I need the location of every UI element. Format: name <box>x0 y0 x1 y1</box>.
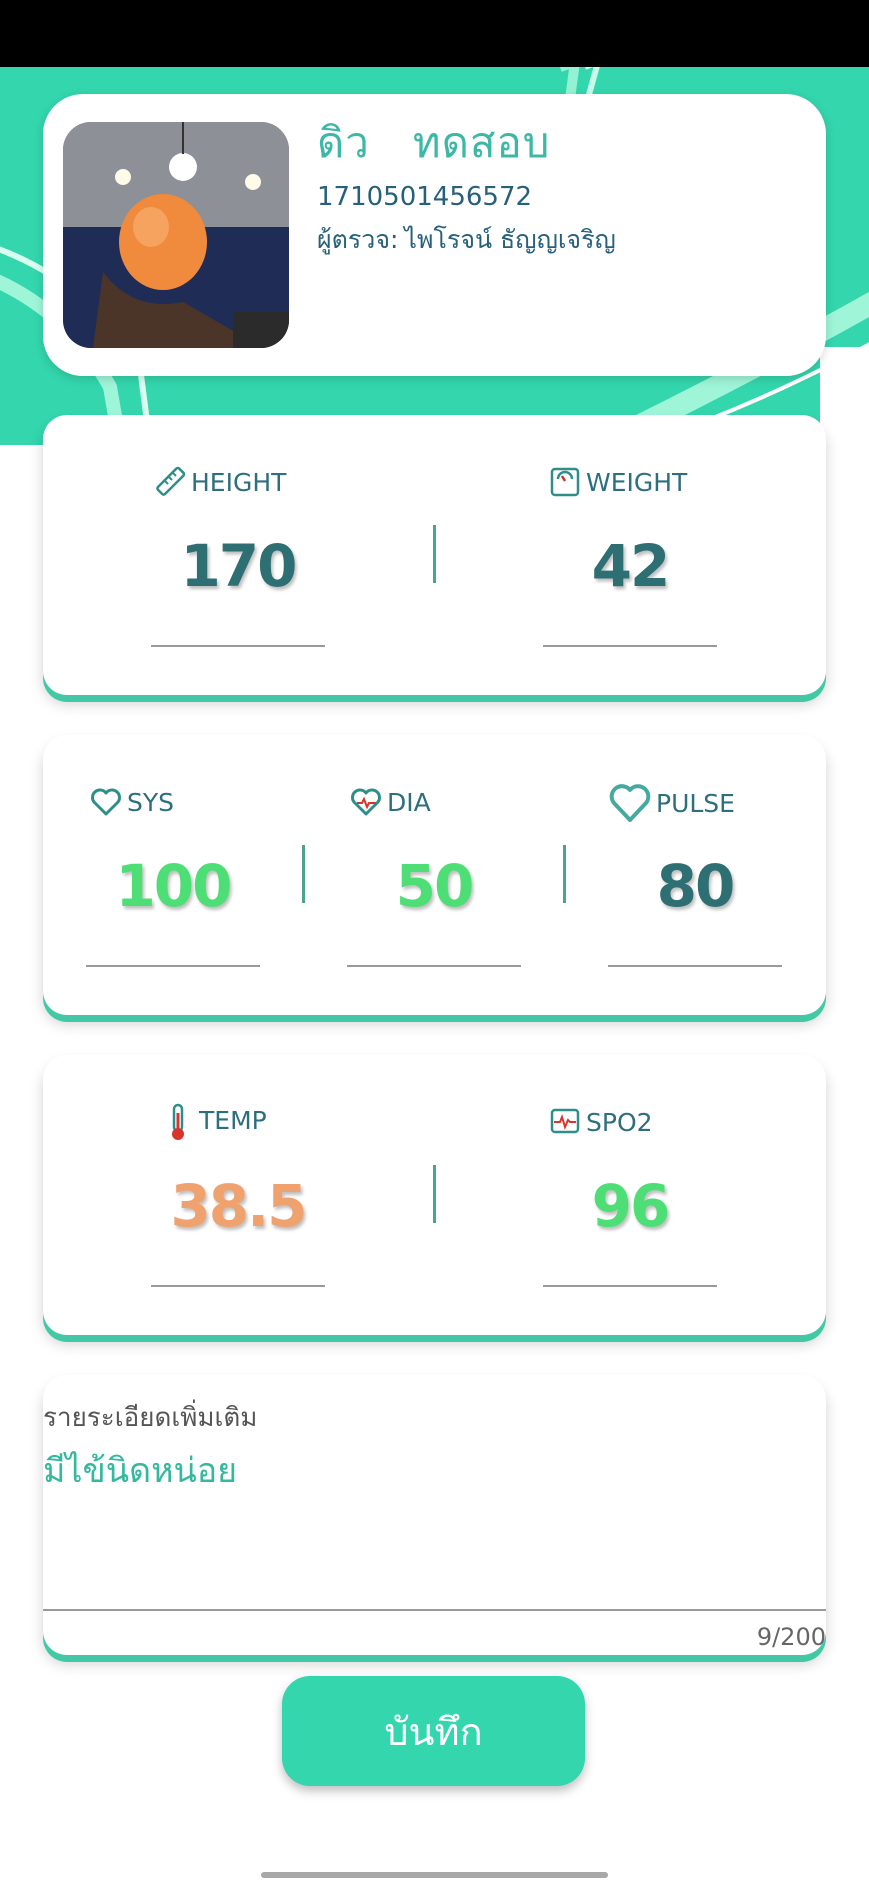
temp-label: TEMP <box>161 1103 267 1140</box>
dia-underline <box>347 965 521 967</box>
weight-value[interactable]: 42 <box>543 532 717 600</box>
heart-icon <box>608 781 652 825</box>
dia-label: DIA <box>349 785 431 819</box>
notes-textarea[interactable]: มีไข้นิดหน่อย <box>43 1443 237 1497</box>
sys-label: SYS <box>89 785 174 819</box>
height-underline <box>151 645 325 647</box>
spo2-underline <box>543 1285 717 1287</box>
body-measurement-card: HEIGHT 170 WEIGHT 42 <box>43 415 826 695</box>
heart-pulse-icon <box>349 785 383 819</box>
notes-card[interactable]: รายระเอียดเพิ่มเติม มีไข้นิดหน่อย 9/200 <box>43 1375 826 1655</box>
notes-underline <box>43 1609 826 1611</box>
ruler-icon <box>153 465 187 499</box>
spo2-label: SPO2 <box>548 1105 653 1139</box>
weight-label: WEIGHT <box>548 465 687 499</box>
status-bar <box>0 0 869 67</box>
weight-underline <box>543 645 717 647</box>
pulse-underline <box>608 965 782 967</box>
height-label: HEIGHT <box>153 465 286 499</box>
save-button[interactable]: บันทึก <box>282 1676 585 1786</box>
height-value[interactable]: 170 <box>151 532 325 600</box>
sys-underline <box>86 965 260 967</box>
temp-underline <box>151 1285 325 1287</box>
notes-label: รายระเอียดเพิ่มเติม <box>43 1403 258 1433</box>
monitor-pulse-icon <box>548 1105 582 1139</box>
pulse-label: PULSE <box>608 781 735 825</box>
heart-icon <box>89 785 123 819</box>
spo2-value[interactable]: 96 <box>543 1172 717 1240</box>
patient-profile-card: ดิว ทดสอบ 1710501456572 ผู้ตรวจ: ไพโรจน์ … <box>43 94 826 376</box>
thermometer-icon <box>161 1103 195 1140</box>
patient-name: ดิว ทดสอบ <box>317 118 551 167</box>
patient-id: 1710501456572 <box>317 182 533 212</box>
pulse-value[interactable]: 80 <box>608 852 782 920</box>
divider <box>563 845 566 903</box>
divider <box>302 845 305 903</box>
examiner-name: ไพโรจน์ ธัญญเจริญ <box>404 225 616 254</box>
character-counter: 9/200 <box>756 1623 826 1651</box>
divider <box>433 525 436 583</box>
patient-photo <box>63 122 289 348</box>
examiner-info: ผู้ตรวจ: ไพโรจน์ ธัญญเจริญ <box>317 220 622 260</box>
examiner-label: ผู้ตรวจ: <box>317 225 399 254</box>
scale-icon <box>548 465 582 499</box>
vitals-card: TEMP 38.5 SPO2 96 <box>43 1055 826 1335</box>
home-indicator[interactable] <box>261 1872 608 1878</box>
dia-value[interactable]: 50 <box>347 852 521 920</box>
temp-value[interactable]: 38.5 <box>151 1172 325 1240</box>
divider <box>433 1165 436 1223</box>
sys-value[interactable]: 100 <box>86 852 260 920</box>
blood-pressure-card: SYS 100 DIA 50 PULSE 80 <box>43 735 826 1015</box>
